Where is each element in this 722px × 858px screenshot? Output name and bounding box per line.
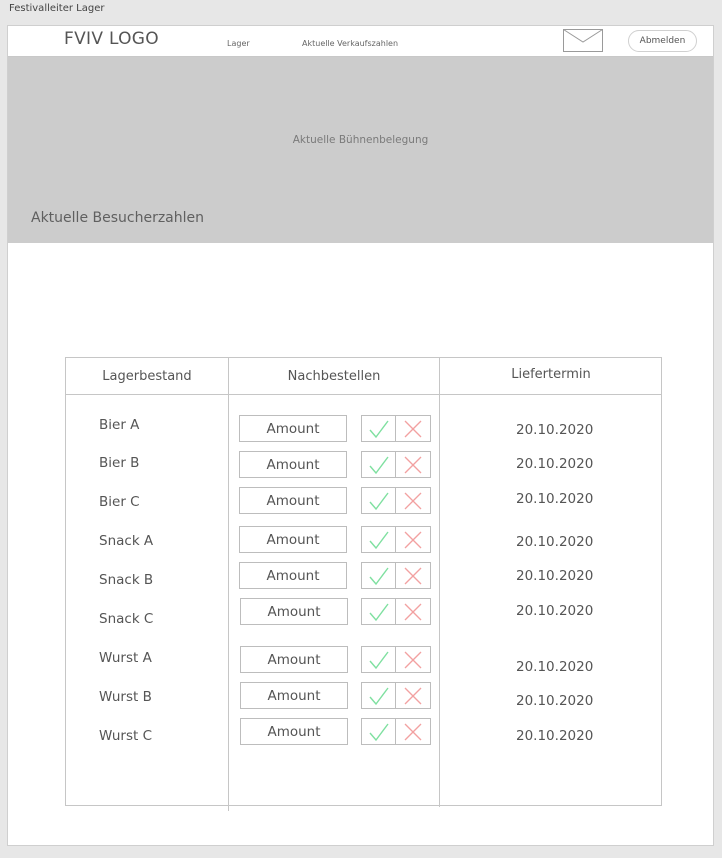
confirm-order-button[interactable] (362, 527, 397, 552)
column-divider (439, 358, 440, 807)
amount-input[interactable]: Amount (240, 682, 348, 709)
reject-order-button[interactable] (396, 719, 430, 744)
visitor-count-label: Aktuelle Besucherzahlen (31, 210, 205, 226)
logout-button[interactable]: Abmelden (628, 30, 697, 52)
x-icon (402, 419, 424, 439)
confirm-order-button[interactable] (362, 719, 397, 744)
checkmark-icon (368, 602, 390, 622)
amount-input[interactable]: Amount (240, 598, 348, 625)
column-header-lagerbestand: Lagerbestand (102, 368, 192, 384)
header-divider (66, 394, 661, 395)
x-icon (402, 722, 424, 742)
stock-item-name: Snack B (99, 572, 154, 588)
amount-input[interactable]: Amount (239, 562, 347, 589)
checkmark-icon (368, 722, 390, 742)
delivery-date: 20.10.2020 (516, 659, 594, 675)
delivery-date: 20.10.2020 (516, 491, 594, 507)
order-action-group (361, 646, 431, 673)
stock-item-name: Wurst C (99, 728, 153, 744)
app-canvas: FVIV LOGO Lager Aktuelle Verkaufszahlen … (7, 25, 714, 846)
order-action-group (361, 562, 431, 589)
delivery-date: 20.10.2020 (516, 603, 594, 619)
reject-order-button[interactable] (396, 647, 430, 672)
order-action-group (361, 487, 431, 514)
stock-item-name: Bier B (99, 455, 140, 471)
order-action-group (361, 526, 431, 553)
stock-item-name: Snack A (99, 533, 154, 549)
nav-link-lager[interactable]: Lager (227, 39, 250, 48)
x-icon (402, 491, 424, 511)
confirm-order-button[interactable] (362, 599, 397, 624)
delivery-date: 20.10.2020 (516, 534, 594, 550)
confirm-order-button[interactable] (362, 452, 397, 477)
x-icon (402, 686, 424, 706)
amount-input[interactable]: Amount (239, 526, 347, 553)
amount-input[interactable]: Amount (240, 718, 348, 745)
checkmark-icon (368, 530, 390, 550)
amount-input[interactable]: Amount (239, 451, 347, 478)
order-action-group (361, 598, 431, 625)
checkmark-icon (368, 419, 390, 439)
stage-assignment-label: Aktuelle Bühnenbelegung (292, 134, 429, 146)
reject-order-button[interactable] (396, 527, 430, 552)
stock-item-name: Bier A (99, 417, 140, 433)
order-action-group (361, 682, 431, 709)
x-icon (402, 566, 424, 586)
order-action-group (361, 415, 431, 442)
reject-order-button[interactable] (396, 416, 430, 441)
amount-input[interactable]: Amount (239, 487, 347, 514)
delivery-date: 20.10.2020 (516, 568, 594, 584)
confirm-order-button[interactable] (362, 416, 397, 441)
stock-item-name: Wurst A (99, 650, 152, 666)
amount-input[interactable]: Amount (240, 646, 348, 673)
logo: FVIV LOGO (64, 29, 159, 49)
column-header-nachbestellen: Nachbestellen (287, 368, 381, 384)
stock-item-name: Wurst B (99, 689, 152, 705)
column-header-liefertermin: Liefertermin (511, 366, 591, 382)
x-icon (402, 455, 424, 475)
checkmark-icon (368, 491, 390, 511)
order-action-group (361, 451, 431, 478)
delivery-date: 20.10.2020 (516, 728, 594, 744)
x-icon (402, 602, 424, 622)
reject-order-button[interactable] (396, 488, 430, 513)
order-action-group (361, 718, 431, 745)
delivery-date: 20.10.2020 (516, 456, 594, 472)
x-icon (402, 530, 424, 550)
reject-order-button[interactable] (396, 563, 430, 588)
checkmark-icon (368, 686, 390, 706)
delivery-date: 20.10.2020 (516, 693, 594, 709)
x-icon (402, 650, 424, 670)
reject-order-button[interactable] (396, 683, 430, 708)
confirm-order-button[interactable] (362, 647, 397, 672)
confirm-order-button[interactable] (362, 683, 397, 708)
column-divider (228, 358, 229, 811)
confirm-order-button[interactable] (362, 488, 397, 513)
hero-banner: Aktuelle Bühnenbelegung Aktuelle Besuche… (8, 57, 713, 243)
checkmark-icon (368, 566, 390, 586)
top-header: FVIV LOGO Lager Aktuelle Verkaufszahlen … (8, 26, 713, 57)
amount-input[interactable]: Amount (239, 415, 347, 442)
stock-table: Lagerbestand Nachbestellen Liefertermin … (65, 357, 662, 811)
nav-link-verkaufszahlen[interactable]: Aktuelle Verkaufszahlen (302, 39, 398, 48)
reject-order-button[interactable] (396, 599, 430, 624)
checkmark-icon (368, 455, 390, 475)
confirm-order-button[interactable] (362, 563, 397, 588)
delivery-date: 20.10.2020 (516, 422, 594, 438)
mail-icon[interactable] (563, 29, 603, 52)
stock-item-name: Snack C (99, 611, 154, 627)
checkmark-icon (368, 650, 390, 670)
window-title: Festivalleiter Lager (9, 3, 105, 14)
stock-item-name: Bier C (99, 494, 140, 510)
reject-order-button[interactable] (396, 452, 430, 477)
